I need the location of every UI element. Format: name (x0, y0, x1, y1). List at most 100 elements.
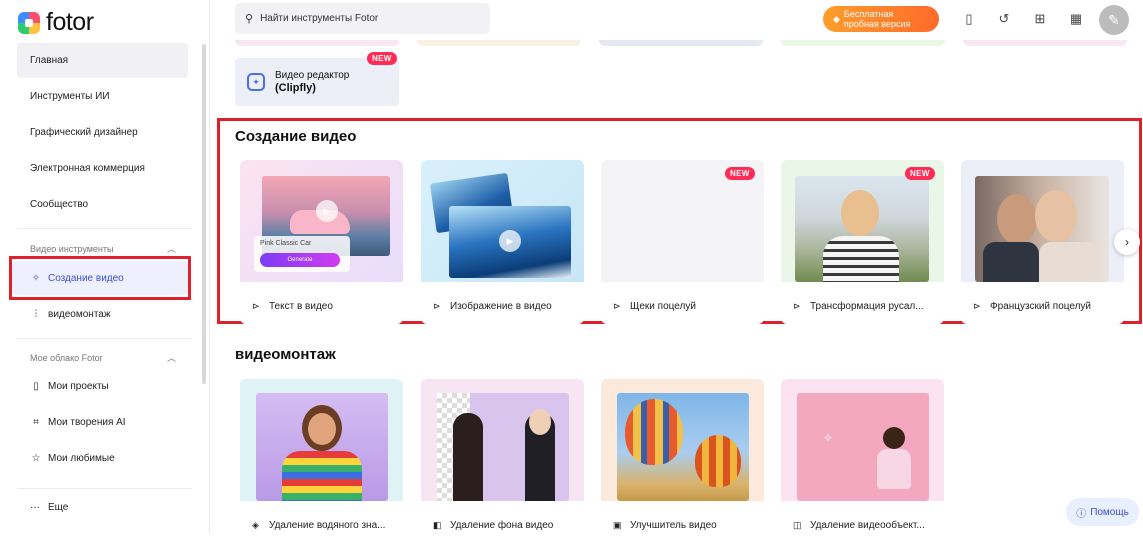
portrait-face (997, 194, 1037, 244)
portrait-shirt (1039, 242, 1099, 282)
sidebar-item-label: Мои любимые (48, 452, 115, 464)
card-label-text: Удаление видеообъект... (810, 520, 925, 531)
balloon-shape (695, 435, 741, 487)
card-label-text: Удаление водяного зна... (269, 520, 386, 531)
tool-card-cheek-kiss[interactable]: NEW ⊳ Щеки поцелуй (601, 160, 764, 324)
card-label: ◈ Удаление водяного зна... (252, 520, 385, 531)
card-image (601, 379, 764, 501)
new-badge: NEW (367, 52, 397, 65)
new-badge: NEW (725, 167, 755, 180)
portrait-face (308, 413, 336, 445)
video-icon: ⊳ (793, 301, 801, 311)
card-label: ⊳ Изображение в видео (433, 301, 552, 312)
balloon-shape (625, 399, 683, 465)
card-label: ⊳ Текст в видео (252, 301, 333, 312)
avatar[interactable]: ✎ (1099, 5, 1129, 35)
tool-card-object-removal[interactable]: ✧ ◫ Удаление видеообъект... (781, 379, 944, 543)
card-label: ◫ Удаление видеообъект... (793, 520, 925, 531)
sidebar-scrollbar[interactable] (202, 44, 206, 384)
video-icon: ⊳ (433, 301, 441, 311)
tool-card-watermark-removal[interactable]: ◈ Удаление водяного зна... (240, 379, 403, 543)
free-trial-button[interactable]: ◆ Бесплатная пробная версия (823, 6, 939, 32)
history-icon[interactable]: ↺ (995, 10, 1013, 28)
card-label-text: Удаление фона видео (450, 520, 554, 531)
section-title-video-creation: Создание видео (235, 128, 357, 145)
section-video-tools[interactable]: Видео инструменты ︿ (30, 242, 176, 255)
card-label: ⊳ Французский поцелуй (973, 301, 1091, 312)
portrait-face (529, 409, 551, 435)
tool-card-video-enhancer[interactable]: ▣ Улучшитель видео (601, 379, 764, 543)
more-dots-icon: ··· (30, 502, 40, 513)
sidebar-divider (17, 228, 192, 229)
play-icon: ▶ (499, 230, 521, 252)
trial-label-line1: Бесплатная (843, 9, 894, 19)
video-icon: ⊳ (252, 301, 260, 311)
sidebar: fotor Главная Инструменты ИИ Графический… (0, 0, 210, 533)
card-label: ⊳ Щеки поцелуй (613, 301, 696, 312)
card-image: ▶ Pink Classic Car Generate (240, 160, 403, 282)
sidebar-item-label: Мои проекты (48, 380, 109, 392)
chevron-right-icon: › (1125, 235, 1129, 249)
nav-item-community[interactable]: Сообщество (17, 187, 188, 222)
search-icon: ⚲ (245, 13, 254, 25)
video-icon: ⊳ (973, 301, 981, 311)
sidebar-item-my-favorites[interactable]: ☆ Мои любимые (12, 441, 188, 475)
card-image (961, 160, 1124, 282)
previous-row-card (417, 40, 581, 46)
portrait-face (841, 190, 879, 236)
gift-icon[interactable]: ⊞ (1031, 10, 1049, 28)
sidebar-item-my-ai-creations[interactable]: ⌗ Мои творения AI (12, 405, 188, 439)
sidebar-item-my-projects[interactable]: ▯ Мои проекты (12, 369, 188, 403)
hd-icon: ▣ (613, 520, 622, 530)
portrait-shirt (823, 236, 899, 282)
tool-card-text-to-video[interactable]: ▶ Pink Classic Car Generate ⊳ Текст в ви… (240, 160, 403, 324)
sidebar-item-label: Мои творения AI (48, 416, 126, 428)
search-input[interactable]: ⚲ Найти инструменты Fotor (235, 3, 490, 34)
chevron-up-icon[interactable]: ︿ (167, 242, 176, 255)
chevron-up-icon[interactable]: ︿ (167, 351, 176, 364)
highlight-box-sidebar (9, 256, 191, 300)
portrait-figure (453, 413, 483, 501)
fotor-logo[interactable]: fotor (18, 8, 94, 37)
new-badge: NEW (905, 167, 935, 180)
card-label-text: Текст в видео (269, 301, 333, 312)
video-icon: ⊳ (613, 301, 621, 311)
clipfly-card[interactable]: ✦ Видео редактор (Clipfly) (235, 58, 399, 106)
card-label: ◧ Удаление фона видео (433, 520, 553, 531)
portrait-shirt (983, 242, 1039, 282)
card-label-text: Изображение в видео (450, 301, 552, 312)
tool-card-image-to-video[interactable]: ▶ ⊳ Изображение в видео (421, 160, 584, 324)
prompt-box: Pink Classic Car Generate (254, 236, 350, 272)
tool-card-french-kiss[interactable]: ⊳ Французский поцелуй (961, 160, 1124, 324)
sidebar-more[interactable]: ··· Еще (30, 502, 68, 513)
previous-row-card (235, 40, 399, 46)
nav-item-ai-tools[interactable]: Инструменты ИИ (17, 79, 188, 114)
watermark-icon: ◈ (252, 520, 259, 530)
apps-grid-icon[interactable]: ▦ (1067, 10, 1085, 28)
help-button[interactable]: ⓘ Помощь (1066, 498, 1139, 526)
mobile-icon[interactable]: ▯ (960, 10, 978, 28)
prompt-text: Pink Classic Car (260, 240, 312, 247)
logo-text: fotor (46, 8, 94, 36)
search-placeholder: Найти инструменты Fotor (260, 13, 379, 24)
previous-row-card (963, 40, 1127, 46)
carousel-next-button[interactable]: › (1114, 229, 1140, 255)
frame-icon: ⌗ (33, 416, 39, 428)
tool-card-background-removal[interactable]: ◧ Удаление фона видео (421, 379, 584, 543)
photographer-photo: ✧ (797, 393, 929, 501)
tool-card-mermaid-transformation[interactable]: NEW ⊳ Трансформация русал... (781, 160, 944, 324)
section-my-cloud[interactable]: Мое облако Fotor ︿ (30, 351, 176, 364)
nav-item-graphic-designer[interactable]: Графический дизайнер (17, 115, 188, 150)
generate-button: Generate (260, 253, 340, 267)
nav-item-ecommerce[interactable]: Электронная коммерция (17, 151, 188, 186)
section-video-tools-title: Видео инструменты (30, 243, 114, 254)
diamond-icon: ◆ (833, 14, 840, 24)
sidebar-divider (17, 338, 192, 339)
card-image: ▶ (421, 160, 584, 282)
object-removal-icon: ◫ (793, 520, 802, 530)
sidebar-divider (17, 488, 192, 489)
play-icon: ▶ (316, 200, 338, 222)
nav-item-home[interactable]: Главная (17, 43, 188, 78)
sidebar-item-video-editing[interactable]: ⫶ видеомонтаж (12, 297, 188, 331)
couple-photo (975, 176, 1109, 282)
